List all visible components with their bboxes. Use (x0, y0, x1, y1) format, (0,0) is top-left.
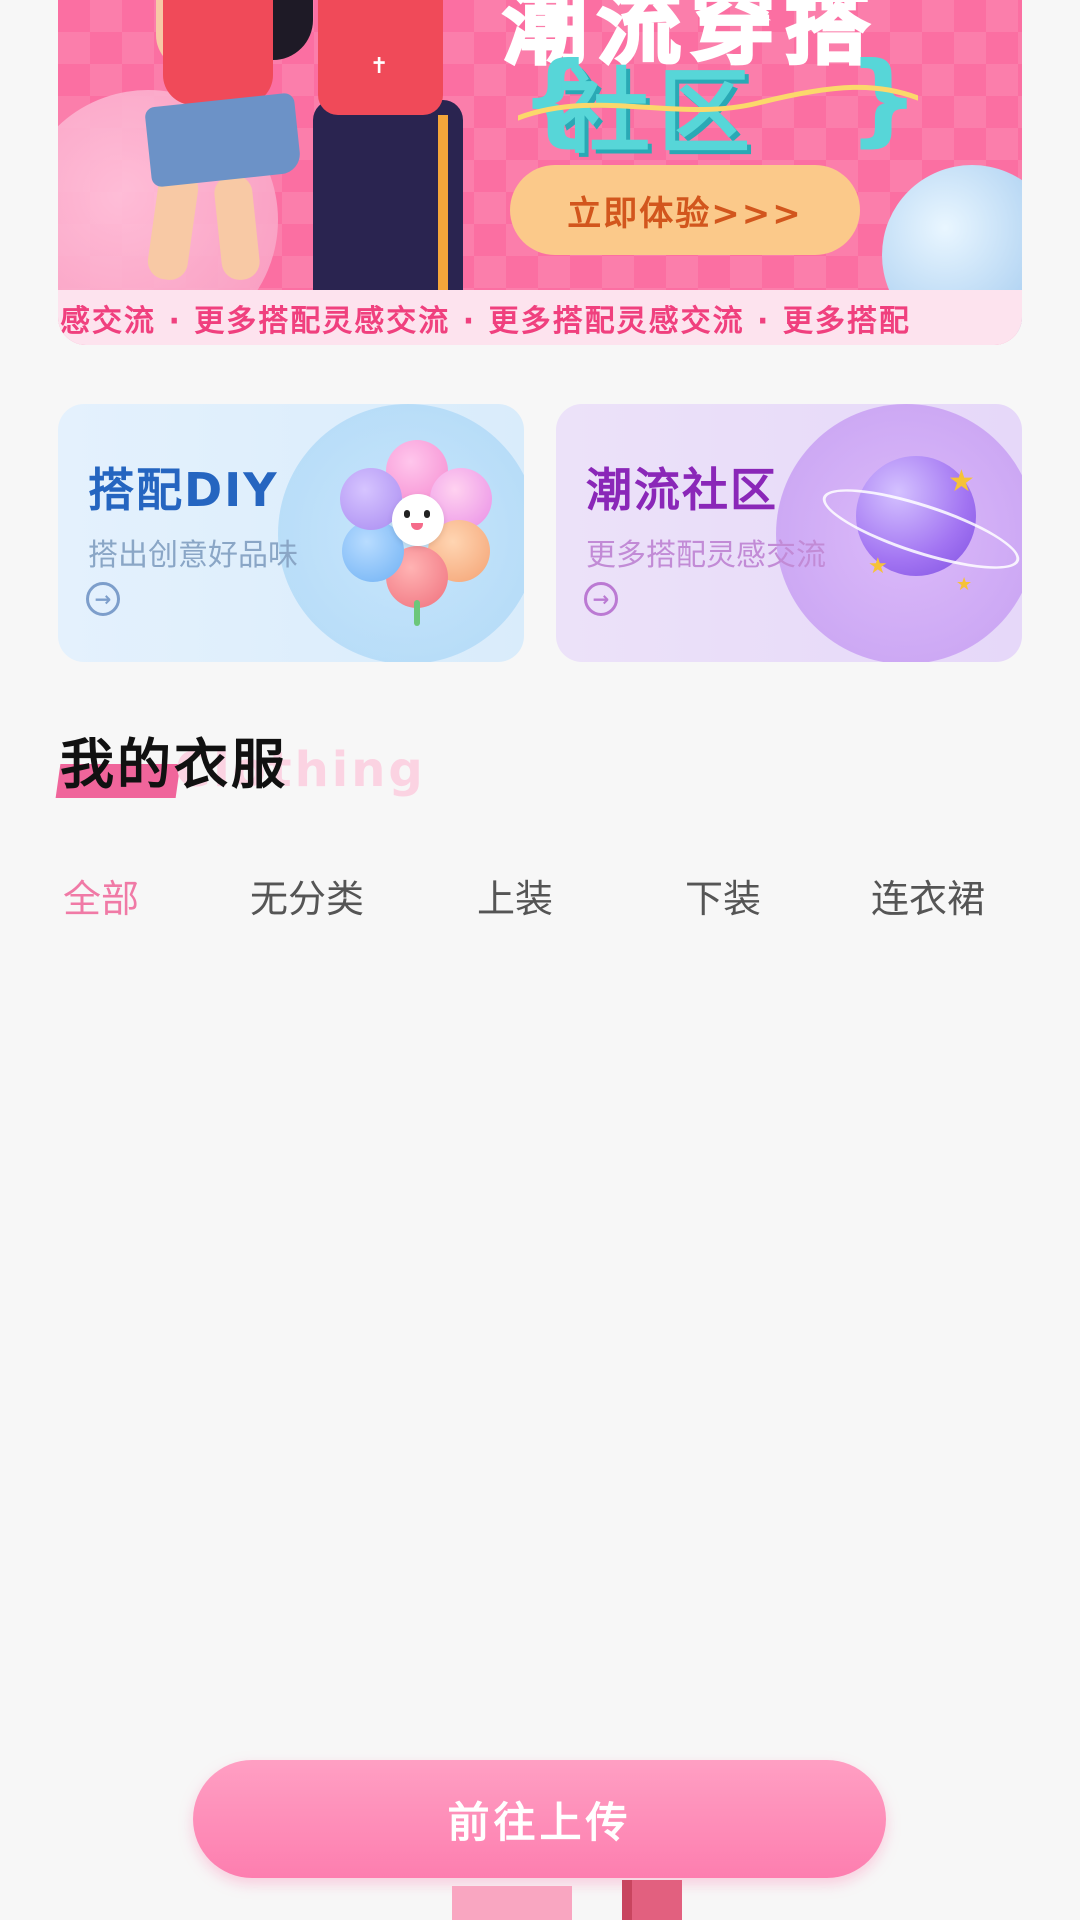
arrow-circle-right-icon[interactable]: → (86, 582, 120, 616)
cross-necklace-icon: ✝ (370, 54, 389, 79)
experience-now-button[interactable]: 立即体验>>> (510, 165, 860, 255)
figure-pants-stripe (438, 115, 448, 295)
diy-card[interactable]: 搭配DIY 搭出创意好品味 → (58, 404, 524, 662)
go-upload-button[interactable]: 前往上传 (193, 1760, 886, 1878)
diy-card-title: 搭配DIY (88, 463, 279, 517)
bottom-decoration-icon (452, 1880, 682, 1920)
figure-shorts (144, 92, 302, 188)
star-icon: ★ (868, 554, 888, 579)
tab-bottoms[interactable]: 下装 (685, 868, 761, 923)
star-icon: ★ (956, 574, 973, 595)
banner-ticker: 灵感交流 · 更多搭配灵感交流 · 更多搭配灵感交流 · 更多搭配 (58, 290, 1022, 345)
flower-icon (338, 440, 498, 626)
swoosh-decoration-icon (518, 84, 918, 121)
tab-uncategorized[interactable]: 无分类 (250, 868, 364, 923)
figure-top (163, 0, 273, 105)
community-banner[interactable]: ✝ 潮流穿搭 { 社区 } 立即体验>>> 灵感交流 · 更多搭配灵感交流 · … (58, 0, 1022, 345)
community-card[interactable]: 潮流社区 更多搭配灵感交流 → ★ ★ ★ (556, 404, 1022, 662)
tab-dresses[interactable]: 连衣裙 (871, 868, 985, 923)
diy-card-subtitle: 搭出创意好品味 (88, 538, 298, 573)
my-clothes-title: 我的衣服 (60, 733, 288, 796)
community-card-title: 潮流社区 (586, 463, 778, 517)
category-tabs: 全部 无分类 上装 下装 连衣裙 (0, 868, 1080, 928)
community-card-subtitle: 更多搭配灵感交流 (586, 538, 826, 573)
arrow-circle-right-icon[interactable]: → (584, 582, 618, 616)
tab-all[interactable]: 全部 (63, 868, 139, 923)
ticker-text: 灵感交流 · 更多搭配灵感交流 · 更多搭配灵感交流 · 更多搭配 (58, 303, 911, 339)
star-icon: ★ (948, 464, 975, 499)
tab-tops[interactable]: 上装 (477, 868, 553, 923)
